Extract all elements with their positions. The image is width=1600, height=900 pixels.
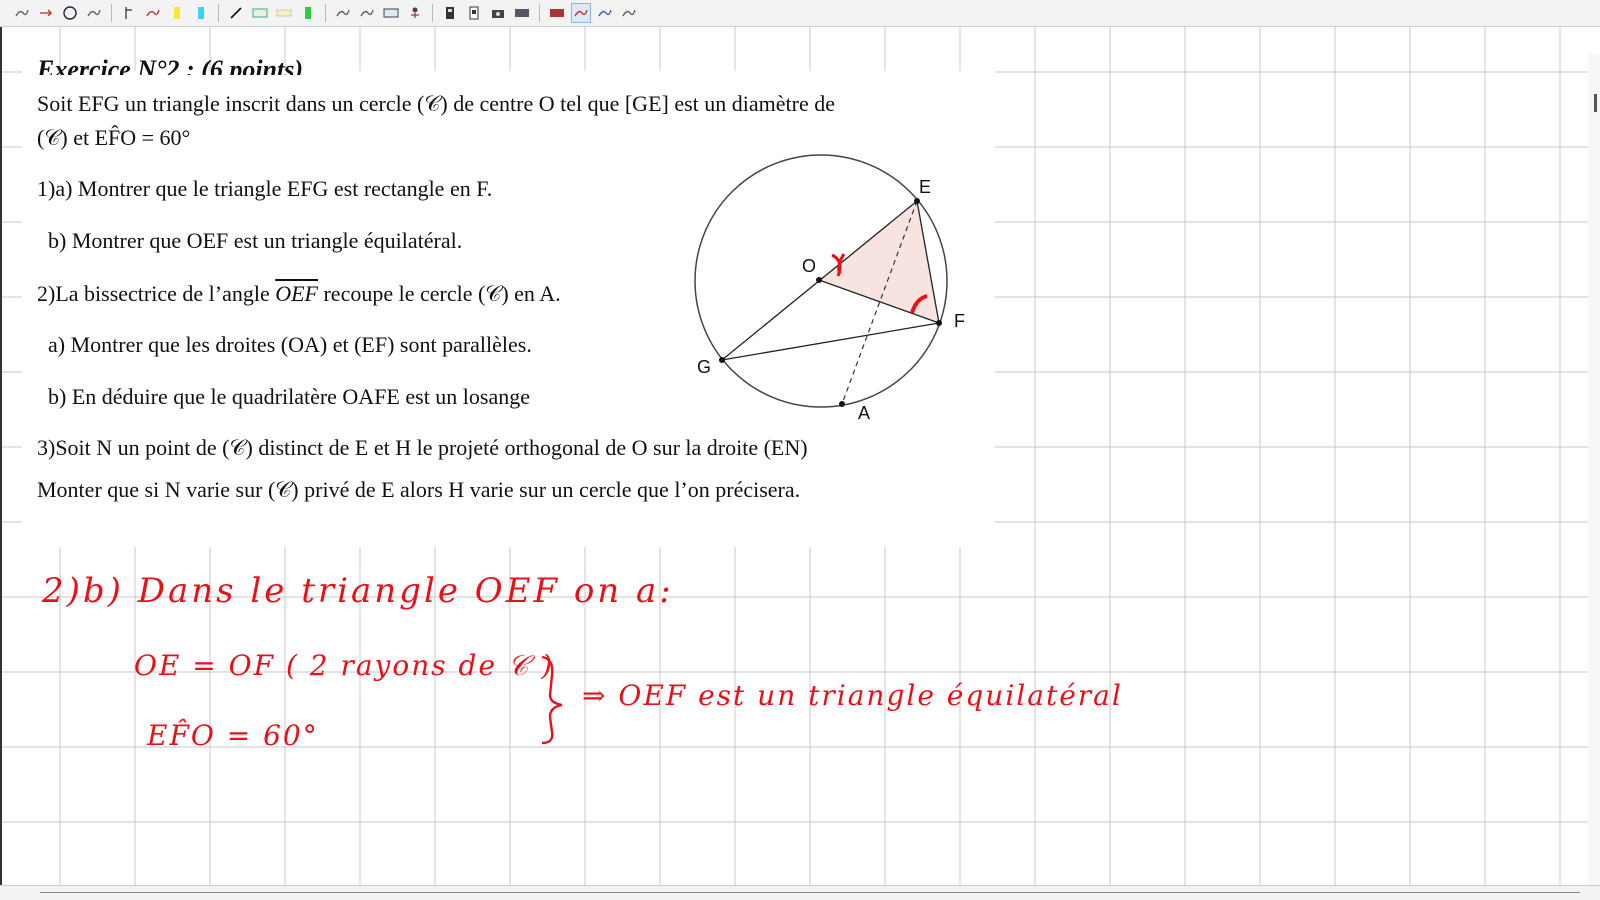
camera-icon[interactable] [488,3,508,23]
handwritten-line-1: 2)b) Dans le triangle OEF on a: [41,571,674,611]
handwritten-conclusion: ⇒ OEF est un triangle équilatéral [582,679,1123,712]
bottom-scrollbar[interactable] [0,885,1600,900]
bottom-scroll-track [40,892,1580,893]
text-cursor-icon[interactable] [119,3,139,23]
handwritten-line-2: OE = OF ( 2 rayons de 𝒞 ) [134,649,554,682]
pen-icon[interactable] [333,3,353,23]
picture-icon[interactable] [547,3,567,23]
pen-icon[interactable] [357,3,377,23]
eraser-icon[interactable] [274,3,294,23]
pen-icon[interactable] [619,3,639,23]
picture-icon[interactable] [512,3,532,23]
whiteboard-canvas[interactable]: Exercice N°2 : (6 points) Soit EFG un tr… [0,27,1600,900]
line-icon[interactable] [226,3,246,23]
highlighter-green-icon[interactable] [298,3,318,23]
pen-icon[interactable] [595,3,615,23]
figure-icon[interactable] [405,3,425,23]
toolbar-separator [325,4,326,22]
scroll-thumb[interactable] [1594,94,1597,112]
vertical-scrollbar[interactable] [1588,54,1600,900]
pen-icon[interactable] [12,3,32,23]
handwritten-line-3: EF̂O = 60° [146,719,319,752]
pen-icon[interactable] [143,3,163,23]
pen-icon[interactable] [84,3,104,23]
handwritten-notes: 2)b) Dans le triangle OEF on a: OE = OF … [41,571,1123,752]
arrow-icon[interactable] [36,3,56,23]
toolbar-separator [218,4,219,22]
circle-icon[interactable] [60,3,80,23]
document-icon[interactable] [464,3,484,23]
image-icon[interactable] [250,3,270,23]
image-icon[interactable] [381,3,401,23]
toolbar-separator [539,4,540,22]
drawing-toolbar [0,0,1600,27]
highlighter-cyan-icon[interactable] [191,3,211,23]
toolbar-separator [432,4,433,22]
pen-icon[interactable] [571,3,591,23]
document-icon[interactable] [440,3,460,23]
toolbar-separator [111,4,112,22]
highlighter-yellow-icon[interactable] [167,3,187,23]
